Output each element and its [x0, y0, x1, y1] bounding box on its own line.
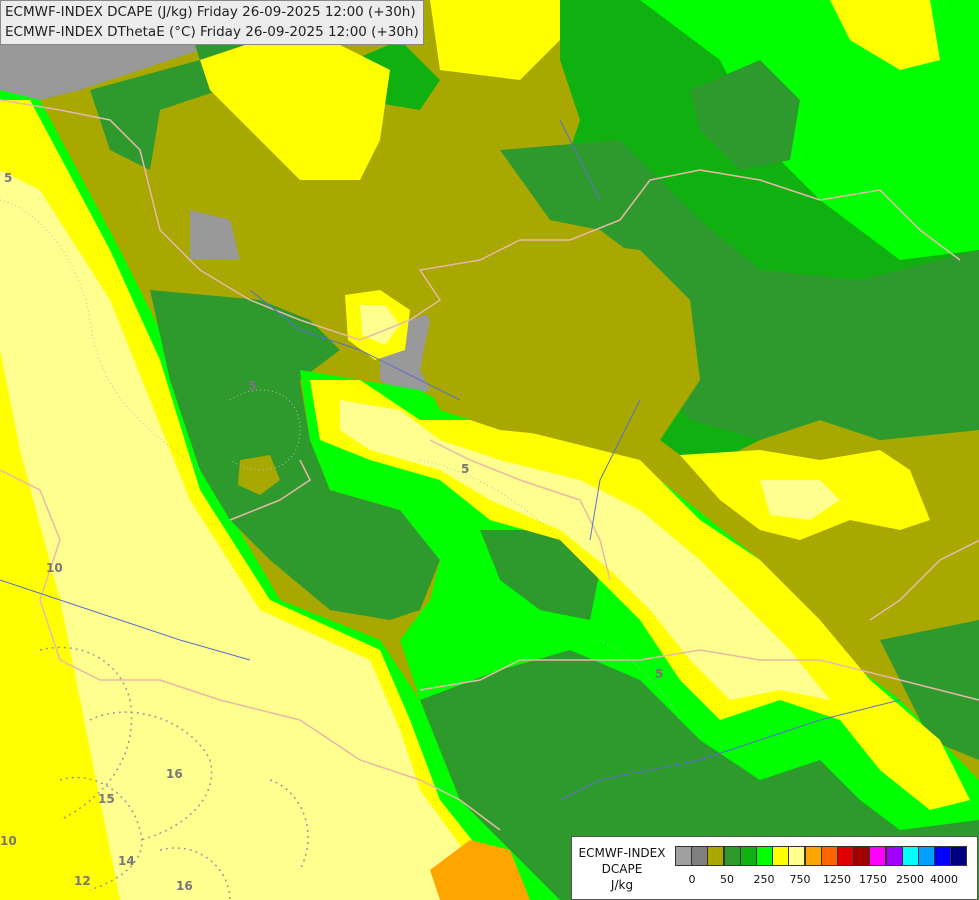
contour-label: 15: [98, 792, 115, 806]
legend-tick-label: 250: [753, 873, 775, 886]
legend-swatch: [918, 846, 935, 866]
legend-swatch: [804, 846, 822, 866]
legend-unit: J/kg: [610, 878, 634, 892]
legend-label: ECMWF-INDEX DCAPE J/kg: [572, 837, 672, 899]
legend-swatch: [739, 846, 757, 866]
contour-label: 10: [46, 561, 63, 575]
legend-swatch: [934, 846, 952, 866]
legend-swatch: [723, 846, 741, 866]
legend-swatch: [772, 846, 790, 866]
contour-label: 5: [4, 171, 12, 185]
legend-swatch: [837, 846, 854, 866]
legend-swatch: [707, 846, 725, 866]
legend-tick-label: 1750: [859, 873, 887, 886]
map-title-box: ECMWF-INDEX DCAPE (J/kg) Friday 26-09-20…: [0, 0, 424, 45]
legend-tick-label: 2500: [896, 873, 924, 886]
legend-swatch: [820, 846, 838, 866]
legend-swatch: [788, 846, 806, 866]
legend-tick-label: 4000: [930, 873, 958, 886]
contour-label: 10: [0, 834, 17, 848]
contour-label: 12: [74, 874, 91, 888]
contour-label: 5: [461, 462, 469, 476]
legend-swatch: [950, 846, 968, 866]
legend-title-1: ECMWF-INDEX: [578, 846, 666, 860]
dcape-map: 5 5 5 5 10 10 12 14 15 16 16: [0, 0, 979, 900]
legend-swatch: [756, 846, 773, 866]
legend-swatch: [691, 846, 709, 866]
contour-label: 14: [118, 854, 135, 868]
title-line-2: ECMWF-INDEX DThetaE (°C) Friday 26-09-20…: [5, 24, 419, 40]
legend-tick-label: 50: [720, 873, 734, 886]
legend-swatch: [869, 846, 887, 866]
legend-tick-label: 0: [688, 873, 696, 886]
olive-center: [400, 240, 700, 440]
title-line-1: ECMWF-INDEX DCAPE (J/kg) Friday 26-09-20…: [5, 4, 416, 20]
legend-swatch: [675, 846, 692, 866]
legend-title-2: DCAPE: [601, 862, 643, 876]
contour-label: 5: [248, 379, 256, 393]
legend-tick-label: 750: [789, 873, 811, 886]
contour-label: 16: [176, 879, 193, 893]
legend-swatch: [901, 846, 919, 866]
legend-swatch: [885, 846, 903, 866]
legend-box: ECMWF-INDEX DCAPE J/kg 0 50 250 750 1250 1750…: [571, 836, 978, 900]
contour-label: 5: [655, 667, 663, 681]
legend-tick-label: 1250: [823, 873, 851, 886]
contour-label: 16: [166, 767, 183, 781]
legend-swatch: [853, 846, 871, 866]
